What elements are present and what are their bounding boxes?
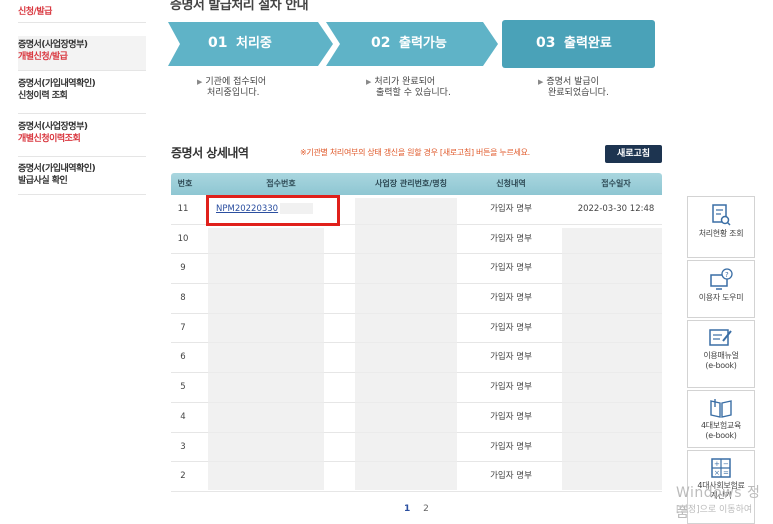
calculator-icon: + − × = <box>711 458 731 478</box>
sidebar-item-label: 증명서(사업장명부) <box>18 40 88 50</box>
step-desc-line1: 기관에 접수되어 <box>205 77 267 87</box>
quick-sublabel: (e-book) <box>705 431 737 440</box>
svg-text:×: × <box>714 469 720 477</box>
step-desc-line2: 완료되었습니다. <box>548 88 609 98</box>
header-type: 신청내역 <box>496 179 526 188</box>
row-no: 9 <box>180 263 186 274</box>
row-no: 5 <box>180 382 186 393</box>
quick-user-help[interactable]: ? 이용자 도우미 <box>687 260 755 318</box>
document-search-icon <box>712 204 731 226</box>
sidebar-item-label: 증명서(가입내역확인) <box>18 79 96 89</box>
sidebar-item-sublabel: 발급사실 확인 <box>18 176 68 186</box>
row-no: 8 <box>180 293 186 304</box>
refresh-button[interactable]: 새로고침 <box>605 145 662 163</box>
section-note: ※기관별 처리여부의 상태 갱신을 원할 경우 [새로고침] 버튼을 누르세요. <box>300 148 530 157</box>
step-number: 03 <box>536 35 556 51</box>
edit-manual-icon <box>709 329 732 346</box>
sidebar-item-issue-confirm[interactable]: 증명서(가입내역확인) 발급사실 확인 <box>18 160 146 195</box>
quick-insurance-education[interactable]: 4대보험교육 (e-book) <box>687 390 755 448</box>
highlight-box <box>206 195 340 226</box>
quick-label: 이용매뉴얼 <box>703 351 739 360</box>
pagination: 1 2 <box>404 504 439 514</box>
step-3-description: ▶ 증명서 발급이 완료되었습니다. <box>538 77 609 99</box>
step-number: 01 <box>208 35 228 51</box>
quick-menu: 처리현황 조회 ? 이용자 도우미 이용매뉴얼 (e-book) 4대보험교육 … <box>687 196 755 524</box>
quick-label: 4대보험교육 <box>700 421 742 430</box>
quick-user-manual[interactable]: 이용매뉴얼 (e-book) <box>687 320 755 388</box>
quick-status-check[interactable]: 처리현황 조회 <box>687 196 755 258</box>
step-3: 03 출력완료 <box>536 20 612 66</box>
quick-sublabel: (e-book) <box>705 361 737 370</box>
windows-watermark-sub: [설정]으로 이동하여 <box>676 505 753 515</box>
page-title: 증명서 발급처리 절차 안내 <box>170 0 309 13</box>
row-type: 가입자 명부 <box>490 293 532 304</box>
row-no: 7 <box>180 322 186 333</box>
row-no: 4 <box>180 411 186 422</box>
row-no: 3 <box>180 441 186 452</box>
step-1-description: ▶ 기관에 접수되어 처리중입니다. <box>197 77 266 99</box>
sidebar-item-sublabel: 개별신청/발급 <box>18 52 68 62</box>
step-2-description: ▶ 처리가 완료되어 출력할 수 있습니다. <box>366 77 451 99</box>
triangle-icon: ▶ <box>197 78 203 86</box>
row-no: 11 <box>177 204 189 214</box>
step-label: 출력완료 <box>564 36 612 51</box>
step-label: 처리중 <box>236 36 272 51</box>
redaction-workplace-column <box>355 198 457 490</box>
table-header: 번호 접수번호 사업장 관리번호/명칭 신청내역 접수일자 <box>171 173 662 195</box>
svg-text:=: = <box>723 469 729 477</box>
step-label: 출력가능 <box>399 36 447 51</box>
row-type: 가입자 명부 <box>490 382 532 393</box>
sidebar-item-history[interactable]: 증명서(가입내역확인) 신청이력 조회 <box>18 75 146 114</box>
row-type: 가입자 명부 <box>490 322 532 333</box>
row-no: 2 <box>180 471 186 482</box>
row-type: 가입자 명부 <box>490 411 532 422</box>
redaction-receipt-column <box>208 228 324 490</box>
step-number: 02 <box>371 35 391 51</box>
sidebar-item-issue[interactable]: 신청/발급 <box>18 0 146 23</box>
step-desc-line1: 증명서 발급이 <box>546 77 599 87</box>
row-no: 6 <box>180 352 186 363</box>
sidebar-item-label: 증명서(가입내역확인) <box>18 164 96 174</box>
row-type: 가입자 명부 <box>490 233 532 244</box>
header-workplace: 사업장 관리번호/명칭 <box>375 179 447 188</box>
row-type: 가입자 명부 <box>490 471 532 482</box>
step-2: 02 출력가능 <box>371 20 447 66</box>
book-icon <box>710 399 732 418</box>
sidebar-item-sublabel: 신청이력 조회 <box>18 91 68 101</box>
row-type: 가입자 명부 <box>490 263 532 274</box>
step-desc-line1: 처리가 완료되어 <box>374 77 436 87</box>
quick-label: 처리현황 조회 <box>698 229 744 238</box>
quick-label: 이용자 도우미 <box>698 293 744 302</box>
triangle-icon: ▶ <box>538 78 544 86</box>
sidebar: 신청/발급 증명서(사업장명부) 개별신청/발급 증명서(가입내역확인) 신청이… <box>0 0 146 524</box>
process-steps: 01 처리중 02 출력가능 03 출력완료 <box>168 20 658 68</box>
sidebar-item-label: 증명서(사업장명부) <box>18 122 88 132</box>
help-monitor-icon: ? <box>710 268 733 290</box>
sidebar-item-individual-history[interactable]: 증명서(사업장명부) 개별신청이력조회 <box>18 118 146 157</box>
svg-text:−: − <box>723 460 729 468</box>
step-1: 01 처리중 <box>208 20 272 66</box>
sidebar-item-individual-issue[interactable]: 증명서(사업장명부) 개별신청/발급 <box>18 36 146 71</box>
page-1-link[interactable]: 1 <box>404 504 410 514</box>
section-title: 증명서 상세내역 <box>171 146 249 160</box>
header-receipt: 접수번호 <box>266 179 296 188</box>
redaction-date-column <box>562 228 662 490</box>
svg-text:?: ? <box>725 271 729 279</box>
svg-text:+: + <box>714 460 720 468</box>
header-date: 접수일자 <box>601 179 631 188</box>
row-type: 가입자 명부 <box>490 352 532 363</box>
row-type: 가입자 명부 <box>490 441 532 452</box>
header-no: 번호 <box>177 179 193 188</box>
triangle-icon: ▶ <box>366 78 372 86</box>
sidebar-item-sublabel: 개별신청이력조회 <box>18 134 81 144</box>
sidebar-item-label: 신청/발급 <box>18 7 52 17</box>
step-desc-line2: 처리중입니다. <box>207 88 260 98</box>
row-date: 2022-03-30 12:48 <box>577 204 655 214</box>
row-type: 가입자 명부 <box>490 204 532 214</box>
step-desc-line2: 출력할 수 있습니다. <box>376 88 451 98</box>
row-no: 10 <box>177 233 189 244</box>
page-2-link[interactable]: 2 <box>423 504 429 514</box>
